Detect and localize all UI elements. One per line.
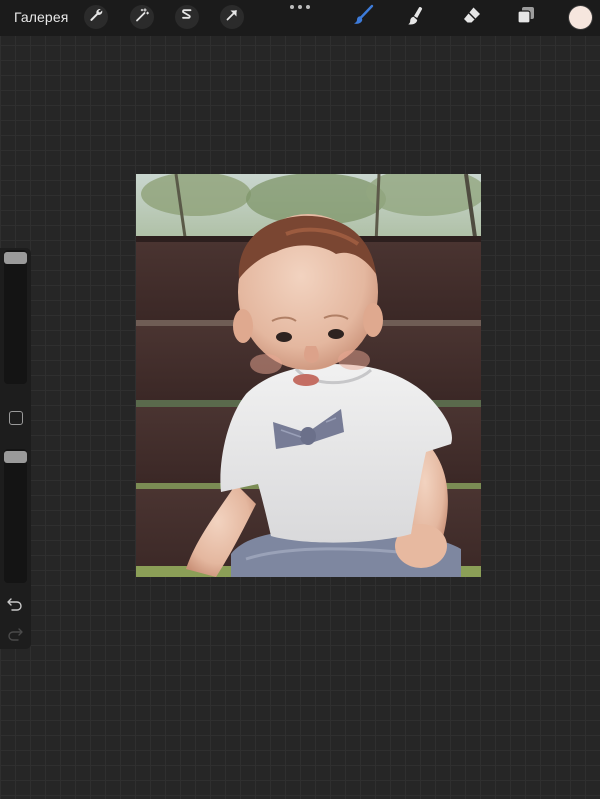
eraser-icon [461,4,483,31]
adjustments-button[interactable] [130,5,154,29]
undo-button[interactable] [6,595,24,611]
dot-icon [290,5,294,9]
selection-button[interactable] [175,5,199,29]
magic-wand-icon [134,7,150,28]
dot-icon [306,5,310,9]
opacity-thumb[interactable] [4,451,27,463]
wrench-icon [88,7,104,28]
brush-icon [352,4,374,31]
more-options-button[interactable] [290,2,310,12]
baby-photo [136,174,481,577]
brush-size-slider[interactable] [4,250,27,384]
modify-button[interactable] [9,411,23,425]
actions-button[interactable] [84,5,108,29]
dot-icon [298,5,302,9]
transform-button[interactable] [220,5,244,29]
arrow-cursor-icon [224,7,240,28]
paint-tool-button[interactable] [351,4,375,31]
gallery-button[interactable]: Галерея [14,9,68,25]
opacity-slider[interactable] [4,449,27,583]
layers-button[interactable] [514,5,538,29]
procreate-app: Галерея [0,0,600,799]
layers-icon [515,4,537,31]
canvas-artwork[interactable] [136,174,481,577]
left-sidebar [0,248,31,649]
smudge-tool-button[interactable] [405,5,429,29]
redo-icon [6,628,24,645]
top-toolbar: Галерея [0,0,600,36]
redo-button[interactable] [6,625,24,641]
smudge-icon [406,4,428,31]
color-picker-button[interactable] [569,6,592,29]
erase-tool-button[interactable] [460,5,484,29]
brush-size-thumb[interactable] [4,252,27,264]
undo-icon [6,598,24,615]
selection-s-icon [179,7,195,28]
